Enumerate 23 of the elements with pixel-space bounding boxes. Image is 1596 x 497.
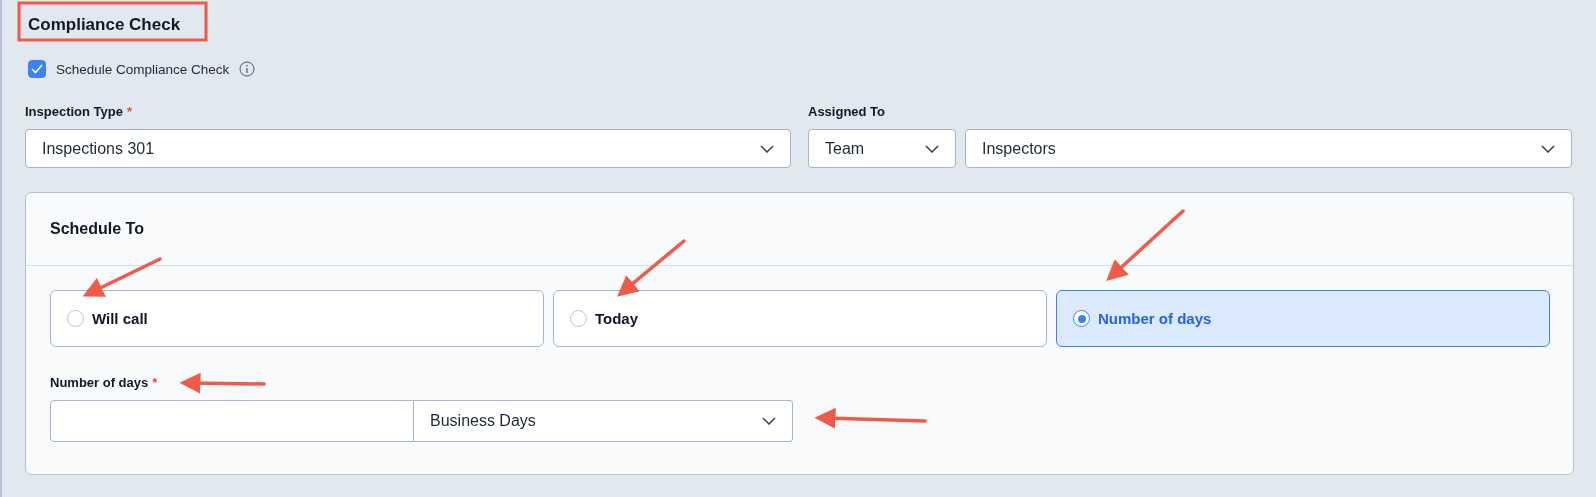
- checkbox-label: Schedule Compliance Check: [56, 61, 230, 77]
- inspection-type-select[interactable]: Inspections 301: [25, 129, 791, 168]
- unit-select[interactable]: Business Days: [414, 400, 793, 442]
- chevron-down-icon: [760, 144, 774, 153]
- assignee-select[interactable]: Inspectors: [965, 129, 1572, 168]
- field-label: Assigned To: [808, 104, 886, 119]
- info-icon[interactable]: [239, 61, 256, 77]
- chevron-down-icon: [1541, 144, 1555, 153]
- panel-title: Schedule To: [50, 220, 144, 238]
- radio-option[interactable]: Will call: [50, 290, 544, 347]
- required-mark: *: [152, 375, 158, 390]
- required-mark: *: [127, 104, 133, 119]
- radio-option[interactable]: Today: [553, 290, 1047, 347]
- chevron-down-icon: [762, 417, 776, 425]
- assignee-type-select[interactable]: Team: [808, 129, 956, 168]
- section-title: Compliance Check: [28, 15, 181, 35]
- radio-option[interactable]: Number of days: [1056, 290, 1550, 347]
- checkbox[interactable]: [28, 60, 46, 78]
- field-label: Number of days: [50, 375, 149, 390]
- field-label: Inspection Type: [25, 104, 123, 119]
- chevron-down-icon: [925, 144, 939, 153]
- annotation-arrow: [616, 239, 686, 297]
- days-input[interactable]: [50, 400, 414, 442]
